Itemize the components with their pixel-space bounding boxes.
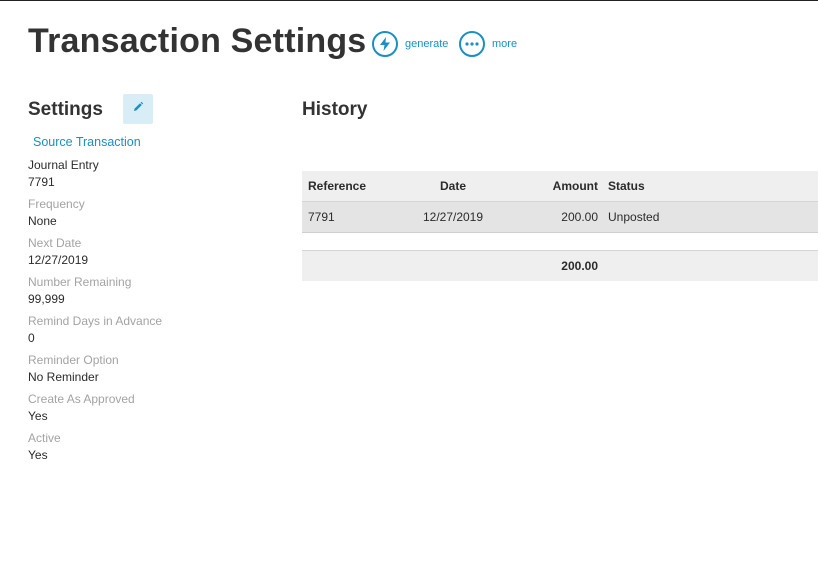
cell-amount: 200.00 [561, 210, 598, 224]
column-header-amount[interactable]: Amount [553, 171, 598, 201]
field-value: None [28, 214, 57, 228]
field-value: No Reminder [28, 370, 99, 384]
field-value: Yes [28, 409, 48, 423]
table-header-row: Reference Date Amount Status [302, 171, 818, 201]
top-border [0, 0, 818, 1]
field-active: Active Yes [28, 430, 61, 464]
more-icon [459, 31, 485, 57]
field-label: Number Remaining [28, 275, 132, 289]
field-label: Frequency [28, 197, 85, 211]
field-remind-days: Remind Days in Advance 0 [28, 313, 162, 347]
field-number-remaining: Number Remaining 99,999 [28, 274, 131, 308]
field-value: 12/27/2019 [28, 253, 89, 267]
cell-status: Unposted [608, 210, 660, 224]
field-journal-entry: Journal Entry 7791 [28, 157, 99, 191]
history-heading: History [302, 99, 368, 120]
field-label: Active [28, 431, 61, 445]
total-amount: 200.00 [561, 259, 598, 273]
lightning-icon [372, 31, 398, 57]
field-next-date: Next Date 12/27/2019 [28, 235, 88, 269]
pencil-icon [132, 100, 144, 118]
cell-date: 12/27/2019 [422, 210, 484, 224]
field-label: Next Date [28, 236, 82, 250]
generate-label: generate [405, 38, 449, 50]
field-label: Journal Entry [28, 158, 99, 172]
edit-settings-button[interactable] [123, 94, 153, 124]
field-label: Create As Approved [28, 392, 135, 406]
field-frequency: Frequency None [28, 196, 85, 230]
table-row[interactable]: 7791 12/27/2019 200.00 Unposted [302, 201, 818, 233]
history-table: Reference Date Amount Status 7791 12/27/… [302, 171, 818, 281]
column-header-date[interactable]: Date [421, 171, 485, 201]
source-transaction-link[interactable]: Source Transaction [33, 135, 141, 149]
generate-button[interactable]: generate [372, 31, 448, 57]
more-label: more [492, 38, 518, 50]
field-value: 7791 [28, 175, 55, 189]
column-header-reference[interactable]: Reference [308, 171, 366, 201]
table-spacer [302, 233, 818, 250]
column-header-status[interactable]: Status [608, 171, 645, 201]
page-title: Transaction Settings [28, 22, 367, 60]
field-value: 0 [28, 331, 35, 345]
cell-reference: 7791 [308, 210, 335, 224]
field-label: Reminder Option [28, 353, 119, 367]
field-reminder-option: Reminder Option No Reminder [28, 352, 119, 386]
field-value: 99,999 [28, 292, 65, 306]
table-total-row: 200.00 [302, 250, 818, 281]
field-create-as-approved: Create As Approved Yes [28, 391, 135, 425]
field-label: Remind Days in Advance [28, 314, 163, 328]
field-value: Yes [28, 448, 48, 462]
more-button[interactable]: more [459, 31, 517, 57]
settings-heading: Settings [28, 99, 103, 120]
